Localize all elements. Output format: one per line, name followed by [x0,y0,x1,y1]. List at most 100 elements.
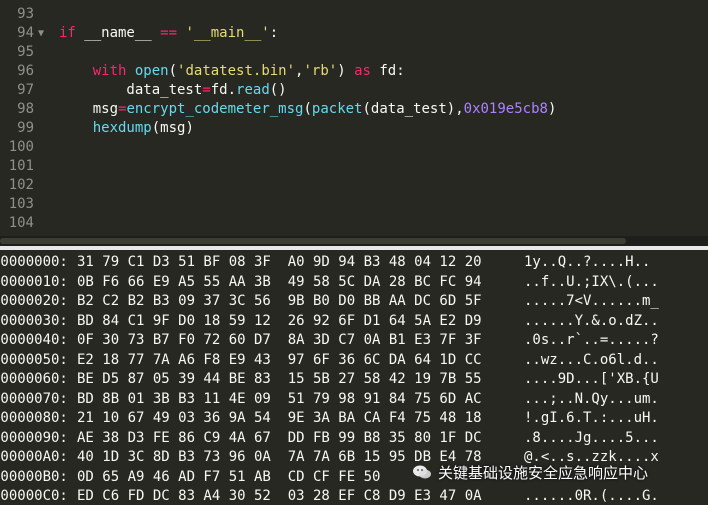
hex-ascii: .0s..r`..=.....? [524,332,659,348]
code-token: ( [168,63,178,79]
code-token: msg [59,101,119,117]
line-number: 101 [8,158,34,174]
hexdump-row: 00000090: AE 38 D3 FE 86 C9 4A 67 DD FB 9… [0,429,708,449]
line-number: 104 [8,215,34,231]
code-line[interactable]: 94 ▼ if __name__ == '__main__': [0,24,708,43]
hex-address: 00000060: [0,371,68,387]
code-text: with open('datatest.bin','rb') as fd: [59,62,405,81]
code-token: fd. [210,82,237,98]
hex-bytes: 0B F6 66 E9 A5 55 AA 3B 49 58 5C DA 28 B… [77,273,482,290]
scrollbar-thumb[interactable] [0,238,626,244]
hex-ascii: ..f..U.;IX\.(... [524,273,659,290]
code-line[interactable]: 101 [0,157,708,176]
hex-address: 000000A0: [0,449,68,465]
hexdump-row: 00000080: 21 10 67 49 03 36 9A 54 9E 3A B… [0,409,708,429]
line-number: 103 [8,196,34,212]
code-token: '__main__' [185,25,270,41]
hex-ascii: !.gI.6.T.:...uH. [524,410,659,426]
fold-arrow-icon[interactable]: ▼ [38,24,44,43]
code-token: open [134,63,169,79]
code-token: 'datatest.bin' [177,63,296,79]
hex-bytes: 21 10 67 49 03 36 9A 54 9E 3A BA CA F4 7… [77,410,482,426]
code-text: msg=encrypt_codemeter_msg(packet(data_te… [59,100,557,119]
code-token: data_test [59,82,203,98]
hexdump-row: 00000030: BD 84 C1 9F D0 18 59 12 26 92 6… [0,312,708,332]
code-token: (data_test), [362,101,464,117]
hex-bytes: 0D 65 A9 46 AD F7 51 AB CD CF FE 50 [77,468,381,485]
line-number: 95 [17,44,34,60]
hex-ascii: 1y..Q..?....H.. [524,254,651,270]
hex-ascii: .....7<V......m_ [524,293,659,309]
hex-bytes: E2 18 77 7A A6 F8 E9 43 97 6F 36 6C DA 6… [77,351,482,368]
hex-address: 00000000: [0,254,68,270]
hex-address: 00000010: [0,273,68,290]
code-token: ( [303,101,312,117]
code-line[interactable]: 98 msg=encrypt_codemeter_msg(packet(data… [0,100,708,119]
code-token: () [269,82,287,98]
hexdump-row: 00000050: E2 18 77 7A A6 F8 E9 43 97 6F 3… [0,351,708,371]
code-line[interactable]: 97 data_test=fd.read() [0,81,708,100]
hex-bytes: BD 84 C1 9F D0 18 59 12 26 92 6F D1 64 5… [77,312,482,329]
hex-address: 00000050: [0,351,68,368]
hex-ascii: ......0R.(....G. [524,488,659,504]
code-token: ) [337,63,355,79]
code-token: ) [547,101,557,117]
code-token: encrypt_codemeter_msg [126,101,304,117]
code-token: hexdump [92,120,152,136]
hex-address: 00000080: [0,410,68,426]
code-line[interactable]: 93 [0,5,708,24]
hex-address: 00000090: [0,429,68,446]
code-line[interactable]: 104 [0,214,708,233]
hex-bytes: BE D5 87 05 39 44 BE 83 15 5B 27 58 42 1… [77,371,482,387]
hex-ascii: ......Y.&.o.dZ.. [524,312,659,329]
hex-address: 000000B0: [0,468,68,485]
code-token: == [160,25,178,41]
line-number: 100 [8,139,34,155]
hex-address: 00000030: [0,312,68,329]
code-token: 0x019e5cb8 [463,101,548,117]
code-text: hexdump(msg) [59,119,194,138]
code-token: (msg) [151,120,194,136]
hex-address: 00000070: [0,390,68,407]
code-text: data_test=fd.read() [59,81,287,100]
code-editor[interactable]: 93 94 ▼ if __name__ == '__main__': 95 96 with… [0,0,708,236]
hex-ascii: ...;..N.Qy...um. [524,390,659,407]
code-token: = [202,82,211,98]
hexdump-row: 00000000: 31 79 C1 D3 51 BF 08 3F A0 9D 9… [0,253,708,273]
hex-address: 00000020: [0,293,68,309]
code-line[interactable]: 100 [0,138,708,157]
hexdump-row: 00000070: BD 8B 01 3B B3 11 4E 09 51 79 9… [0,390,708,410]
code-token: : [269,25,279,41]
horizontal-scrollbar[interactable] [0,236,708,246]
code-text: if __name__ == '__main__': [59,24,278,43]
hex-bytes: AE 38 D3 FE 86 C9 4A 67 DD FB 99 B8 35 8… [77,429,482,446]
line-number: 96 [17,63,34,79]
hex-address: 00000040: [0,332,68,348]
hex-bytes: 0F 30 73 B7 F0 72 60 D7 8A 3D C7 0A B1 E… [77,332,482,348]
code-line[interactable]: 102 [0,176,708,195]
code-line[interactable]: 96 with open('datatest.bin','rb') as fd: [0,62,708,81]
code-token: read [236,82,270,98]
line-number: 97 [17,82,34,98]
hex-bytes: B2 C2 B2 B3 09 37 3C 56 9B B0 D0 BB AA D… [77,293,482,309]
code-line[interactable]: 95 [0,43,708,62]
line-number: 93 [17,6,34,22]
code-token: with [92,63,127,79]
wechat-icon [413,465,431,479]
watermark-text: 关键基础设施安全应急响应中心 [438,463,649,482]
code-token: as [354,63,371,79]
line-number: 98 [17,101,34,117]
code-line[interactable]: 103 [0,195,708,214]
code-token: if [59,25,76,41]
line-number: 99 [17,120,34,136]
code-token: 'rb' [303,63,338,79]
code-token: fd: [370,63,405,79]
line-number: 102 [8,177,34,193]
watermark: 关键基础设施安全应急响应中心 [412,461,648,483]
hexdump-row: 00000020: B2 C2 B2 B3 09 37 3C 56 9B B0 D… [0,292,708,312]
hex-bytes: 31 79 C1 D3 51 BF 08 3F A0 9D 94 B3 48 0… [77,254,482,270]
code-line[interactable]: 99 hexdump(msg) [0,119,708,138]
